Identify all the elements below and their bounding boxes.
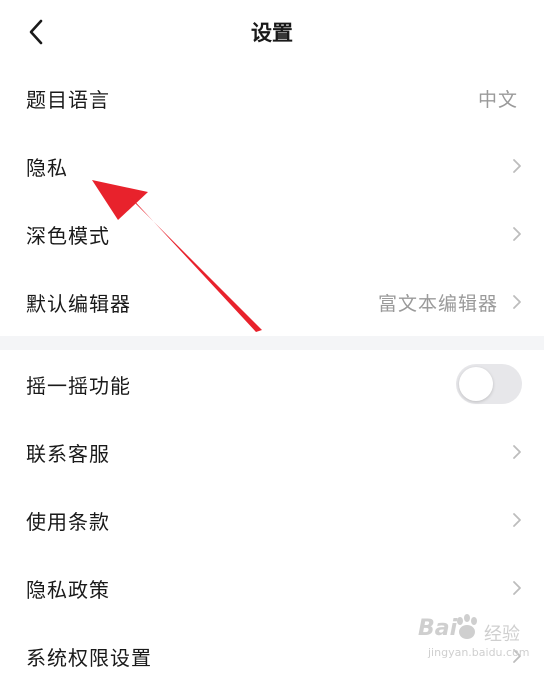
row-label: 联系客服 (26, 441, 110, 466)
row-terms-of-use[interactable]: 使用条款 (0, 486, 544, 554)
settings-section-general: 题目语言 中文 隐私 深色模式 默认编辑器 富文本编辑器 (0, 64, 544, 336)
chevron-right-icon (512, 580, 522, 596)
chevron-right-icon (512, 158, 522, 174)
row-privacy[interactable]: 隐私 (0, 132, 544, 200)
row-label: 系统权限设置 (26, 645, 152, 670)
row-label: 隐私 (26, 155, 68, 180)
row-question-language[interactable]: 题目语言 中文 (0, 64, 544, 132)
row-label: 深色模式 (26, 223, 110, 248)
row-privacy-policy[interactable]: 隐私政策 (0, 554, 544, 622)
row-value: 中文 (477, 88, 518, 111)
row-label: 摇一摇功能 (26, 373, 131, 398)
chevron-right-icon (512, 648, 522, 664)
row-default-editor[interactable]: 默认编辑器 富文本编辑器 (0, 268, 544, 336)
row-label: 默认编辑器 (26, 291, 131, 316)
row-value: 富文本编辑器 (377, 292, 498, 315)
row-label: 题目语言 (26, 87, 110, 112)
row-customer-service[interactable]: 联系客服 (0, 418, 544, 486)
row-dark-mode[interactable]: 深色模式 (0, 200, 544, 268)
row-label: 隐私政策 (26, 577, 110, 602)
row-shake-feature: 摇一摇功能 (0, 350, 544, 418)
toggle-knob (459, 367, 493, 401)
section-divider (0, 336, 544, 350)
row-label: 使用条款 (26, 509, 110, 534)
chevron-right-icon (512, 444, 522, 460)
settings-section-other: 摇一摇功能 联系客服 使用条款 隐私政策 系统权限设置 (0, 350, 544, 690)
chevron-right-icon (512, 226, 522, 242)
page-title: 设置 (251, 21, 293, 45)
chevron-right-icon (512, 294, 522, 310)
shake-toggle[interactable] (456, 364, 522, 404)
row-system-permissions[interactable]: 系统权限设置 (0, 622, 544, 690)
header: 设置 (0, 0, 544, 66)
chevron-right-icon (512, 512, 522, 528)
